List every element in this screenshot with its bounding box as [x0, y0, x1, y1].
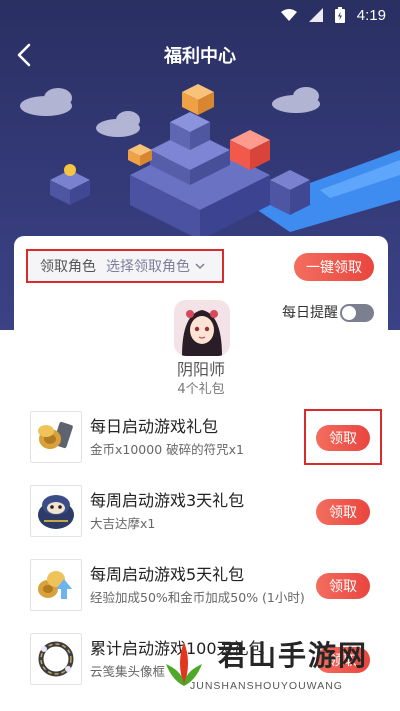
status-bar: 4:19 [0, 0, 400, 30]
one-key-claim-button[interactable]: 一键领取 [294, 253, 374, 281]
gift-icon-frame [30, 559, 82, 611]
toggle-knob [342, 306, 356, 320]
chevron-down-icon [195, 263, 205, 270]
nav-bar: 福利中心 [0, 30, 400, 80]
wifi-icon [280, 9, 297, 21]
claim-button[interactable]: 领取 [316, 573, 370, 599]
game-name: 阴阳师 [176, 360, 225, 379]
gift-desc: 金币x10000 破碎的符咒x1 [90, 442, 244, 457]
game-avatar-icon [174, 300, 230, 356]
daily-reminder-label: 每日提醒 [282, 305, 338, 321]
gift-title: 每日启动游戏礼包 [90, 417, 219, 436]
coins-and-talisman-icon [38, 421, 73, 449]
avatar-frame-icon [38, 641, 74, 677]
battery-icon [334, 7, 345, 23]
role-label: 领取角色 [40, 259, 96, 275]
gift-desc: 大吉达摩x1 [90, 516, 156, 531]
gift-count: 4个礼包 [177, 382, 225, 397]
gift-icon-frame [30, 411, 82, 463]
gift-row: 每日启动游戏礼包 金币x10000 破碎的符咒x1 领取 [14, 403, 388, 473]
daily-reminder-toggle[interactable] [340, 304, 374, 322]
signal-icon [308, 8, 323, 22]
page-title: 福利中心 [164, 46, 236, 67]
claim-button[interactable]: 领取 [316, 499, 370, 525]
gift-icon-frame [30, 633, 82, 685]
daruma-icon [38, 495, 74, 529]
gift-desc: 经验加成50%和金币加成50% (1小时) [90, 590, 305, 605]
watermark: 君山手游网 JUNSHANSHOUYOUWANG [150, 630, 400, 711]
bonus-buff-icon [38, 571, 72, 599]
watermark-text: 君山手游网 [218, 639, 369, 672]
gift-title: 每周启动游戏3天礼包 [90, 491, 245, 510]
claim-button[interactable]: 领取 [316, 425, 370, 451]
gift-row: 每周启动游戏3天礼包 大吉达摩x1 领取 [14, 477, 388, 547]
watermark-subtext: JUNSHANSHOUYOUWANG [190, 680, 343, 692]
game-avatar [174, 300, 230, 356]
gift-row: 每周启动游戏5天礼包 经验加成50%和金币加成50% (1小时) 领取 [14, 551, 388, 621]
gift-icon-frame [30, 485, 82, 537]
gift-title: 每周启动游戏5天礼包 [90, 565, 245, 584]
role-value: 选择领取角色 [106, 259, 190, 275]
status-time: 4:19 [356, 6, 386, 24]
role-selector[interactable]: 领取角色 选择领取角色 [26, 249, 224, 283]
